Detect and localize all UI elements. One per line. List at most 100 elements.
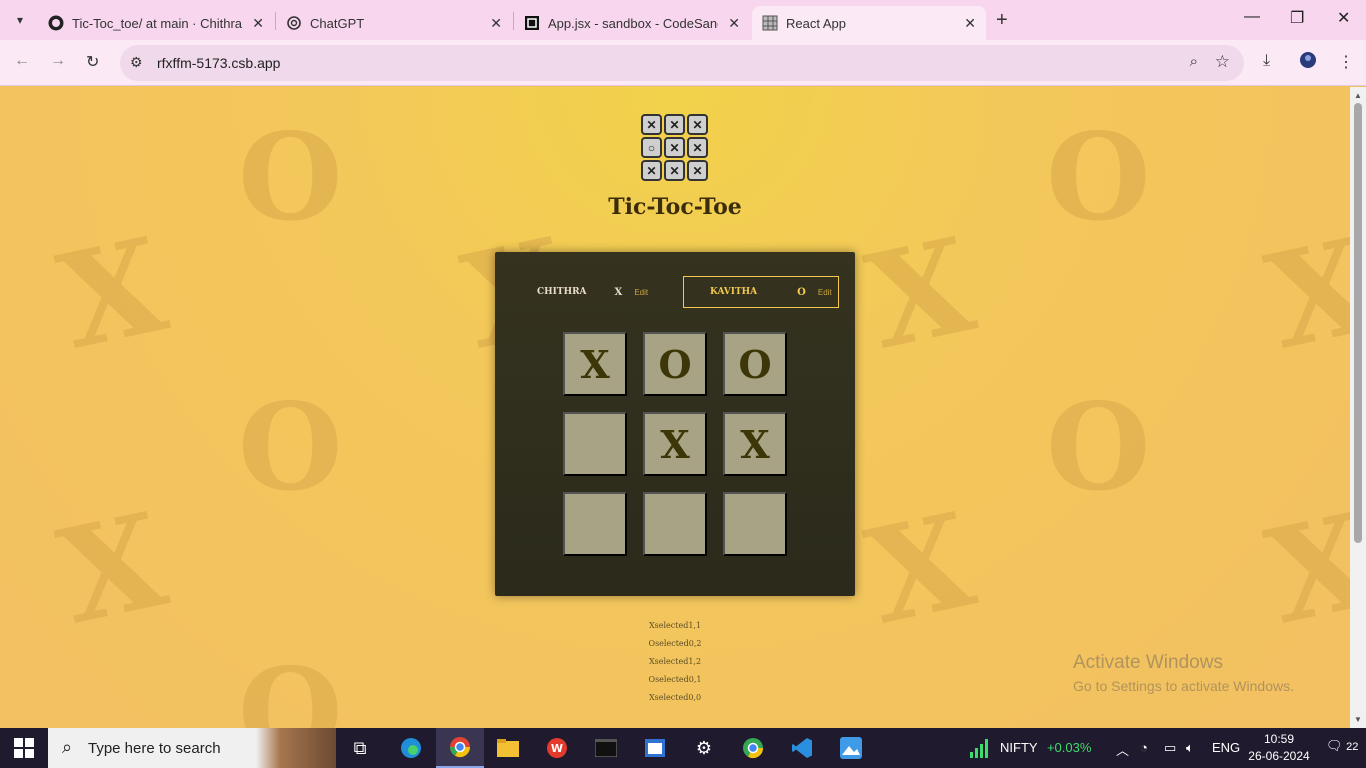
background-x-icon: X [855,208,986,379]
player-kavitha-active: KAVITHA O Edit [683,276,839,308]
nifty-change: +0.03% [1046,740,1092,755]
player-name: KAVITHA [710,287,758,297]
tab-strip: ▾ Tic-Toc_toe/ at main · Chithra-A ✕ Cha… [0,0,1366,40]
game-container: CHITHRA X Edit KAVITHA O Edit X O O X X [495,252,855,596]
scroll-down-arrow-icon[interactable]: ▼ [1354,715,1362,724]
logo-x-tile-icon: ✕ [641,160,662,181]
board-cell-0-2[interactable]: O [723,332,787,396]
new-tab-plus-icon[interactable]: + [996,10,1008,30]
tab-title: React App [786,15,846,31]
show-hidden-icons-chevron-icon[interactable]: ︿ [1116,740,1129,759]
chrome-browser-icon[interactable] [436,728,484,768]
network-icon[interactable]: ◔ [1140,740,1148,755]
player-chithra: CHITHRA X Edit [537,276,693,308]
system-clock[interactable]: 10:59 26-06-2024 [1244,731,1314,765]
tab-chatgpt[interactable]: ChatGPT ✕ [276,6,512,40]
board-cell-2-1[interactable] [643,492,707,556]
nifty-ticker[interactable]: NIFTY +0.03% [1000,740,1091,755]
forward-arrow-icon[interactable]: → [50,52,66,70]
photos-app-icon[interactable] [827,728,875,768]
logo-x-tile-icon: ✕ [641,114,662,135]
chrome-profile-icon[interactable] [729,728,777,768]
page-scrollbar[interactable]: ▲ ▼ [1350,87,1366,728]
edit-player-button[interactable]: Edit [634,288,648,297]
windows-start-icon[interactable] [14,738,34,758]
watermark-subtitle: Go to Settings to activate Windows. [1073,678,1294,694]
clock-time: 10:59 [1263,732,1295,746]
logo-x-tile-icon: ✕ [687,137,708,158]
logo-x-tile-icon: ✕ [664,160,685,181]
restore-icon[interactable]: ❐ [1290,8,1304,28]
windows-taskbar: ⌕ Type here to search ⧉ W ⚙ NIFTY +0.03%… [0,728,1366,768]
tab-close-icon[interactable]: ✕ [252,15,264,32]
profile-avatar[interactable] [1300,52,1316,73]
volume-icon[interactable]: 🔈︎ [1186,740,1194,756]
search-icon: ⌕ [62,737,73,757]
back-arrow-icon[interactable]: ← [14,52,30,70]
notification-icon: 🗨︎ [1326,738,1343,753]
minimize-icon[interactable]: — [1244,8,1260,26]
logo-o-tile-icon: ○ [641,137,662,158]
taskbar-search-box[interactable]: ⌕ Type here to search [48,728,336,768]
nifty-label: NIFTY [1000,740,1038,755]
log-entry: Xselected0,0 [648,693,702,702]
player-symbol: X [614,286,623,298]
react-app-icon [762,15,778,31]
github-icon [48,15,64,31]
background-o-icon: O [238,107,343,248]
board-cell-0-0[interactable]: X [563,332,627,396]
download-icon[interactable]: ⤓ [1263,52,1270,70]
edge-browser-icon[interactable] [387,728,435,768]
more-menu-icon[interactable]: ⋮ [1338,52,1354,72]
board-cell-2-2[interactable] [723,492,787,556]
meet-now-icon[interactable]: ▭ [1164,740,1176,756]
board-cell-0-1[interactable]: O [643,332,707,396]
close-window-icon[interactable]: ✕ [1337,8,1350,28]
player-name: CHITHRA [537,287,587,297]
site-settings-icon[interactable]: ⚙ [130,54,143,71]
scrollbar-thumb[interactable] [1354,103,1362,543]
terminal-icon[interactable] [582,728,630,768]
log-entry: Xselected1,1 [648,621,702,630]
tab-codesandbox[interactable]: App.jsx - sandbox - CodeSandb ✕ [514,6,750,40]
vscode-icon[interactable] [778,728,826,768]
task-view-icon[interactable]: ⧉ [336,728,384,768]
tab-title: Tic-Toc_toe/ at main · Chithra-A [72,15,242,31]
tab-search-chevron-icon[interactable]: ▾ [8,8,32,32]
board-cell-1-1[interactable]: X [643,412,707,476]
background-o-icon: O [1046,107,1151,248]
board-cell-1-2[interactable]: X [723,412,787,476]
tab-github[interactable]: Tic-Toc_toe/ at main · Chithra-A ✕ [38,6,274,40]
logo-x-tile-icon: ✕ [664,137,685,158]
app-window-icon[interactable] [631,728,679,768]
tab-close-icon[interactable]: ✕ [964,15,976,32]
tab-close-icon[interactable]: ✕ [490,15,502,32]
address-bar[interactable]: ⚙ rfxffm-5173.csb.app ⌕ ☆ [120,45,1244,81]
settings-gear-icon[interactable]: ⚙ [680,728,728,768]
board-cell-1-0[interactable] [563,412,627,476]
background-o-icon: O [1046,377,1151,518]
edit-player-button[interactable]: Edit [818,288,832,297]
input-language[interactable]: ENG [1212,740,1240,755]
tab-close-icon[interactable]: ✕ [728,15,740,32]
clock-date: 26-06-2024 [1248,749,1310,763]
tab-title: ChatGPT [310,15,365,31]
tab-title: App.jsx - sandbox - CodeSandb [548,15,718,31]
logo-x-tile-icon: ✕ [664,114,685,135]
game-logo: ✕ ✕ ✕ ○ ✕ ✕ ✕ ✕ ✕ [641,114,709,182]
bookmark-star-icon[interactable]: ☆ [1215,52,1230,72]
scroll-up-arrow-icon[interactable]: ▲ [1354,91,1362,100]
file-explorer-icon[interactable] [484,728,532,768]
board-cell-2-0[interactable] [563,492,627,556]
search-placeholder: Type here to search [88,740,221,757]
watermark-title: Activate Windows [1073,652,1223,673]
url-text: rfxffm-5173.csb.app [157,55,281,71]
wps-office-icon[interactable]: W [533,728,581,768]
zoom-icon[interactable]: ⌕ [1190,53,1198,70]
tab-react-app[interactable]: React App ✕ [752,6,986,40]
notification-center[interactable]: 🗨︎ 22 [1326,738,1358,754]
notification-count: 22 [1346,741,1359,753]
reload-icon[interactable]: ↻ [86,52,99,72]
logo-x-tile-icon: ✕ [687,114,708,135]
stock-chart-icon[interactable] [968,736,992,763]
